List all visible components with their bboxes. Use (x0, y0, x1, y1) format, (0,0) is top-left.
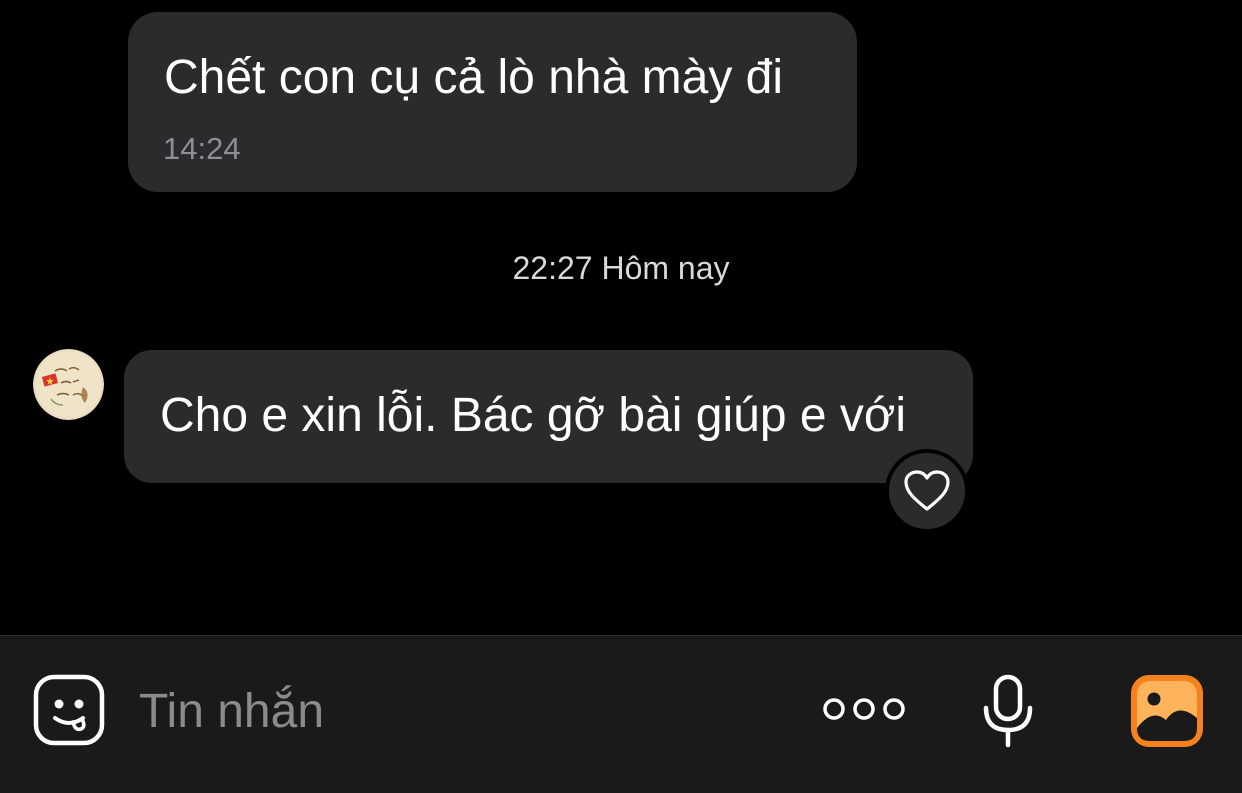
gallery-icon (1131, 675, 1203, 747)
microphone-button[interactable] (982, 674, 1034, 748)
avatar-image (33, 349, 104, 420)
gallery-button[interactable] (1130, 674, 1204, 748)
avatar[interactable] (33, 349, 104, 420)
message-text: Chết con cụ cả lò nhà mày đi (164, 51, 784, 104)
microphone-icon (983, 674, 1033, 748)
heart-icon (904, 470, 950, 511)
sticker-icon (33, 674, 105, 746)
date-separator: 22:27 Hôm nay (512, 250, 730, 286)
sticker-button[interactable] (33, 674, 105, 746)
react-button[interactable] (885, 449, 969, 533)
message-timestamp: 14:24 (163, 131, 241, 166)
message-bubble[interactable]: Cho e xin lỗi. Bác gỡ bài giúp e với (124, 350, 973, 483)
message-composer: Tin nhắn (0, 635, 1242, 793)
more-options-button[interactable] (820, 694, 908, 724)
message-input[interactable]: Tin nhắn (139, 684, 324, 740)
more-options-icon (823, 698, 905, 720)
chat-screen: Chết con cụ cả lò nhà mày đi 14:24 22:27… (0, 0, 1242, 793)
message-text: Cho e xin lỗi. Bác gỡ bài giúp e với (160, 389, 907, 442)
message-bubble[interactable]: Chết con cụ cả lò nhà mày đi 14:24 (128, 12, 857, 192)
